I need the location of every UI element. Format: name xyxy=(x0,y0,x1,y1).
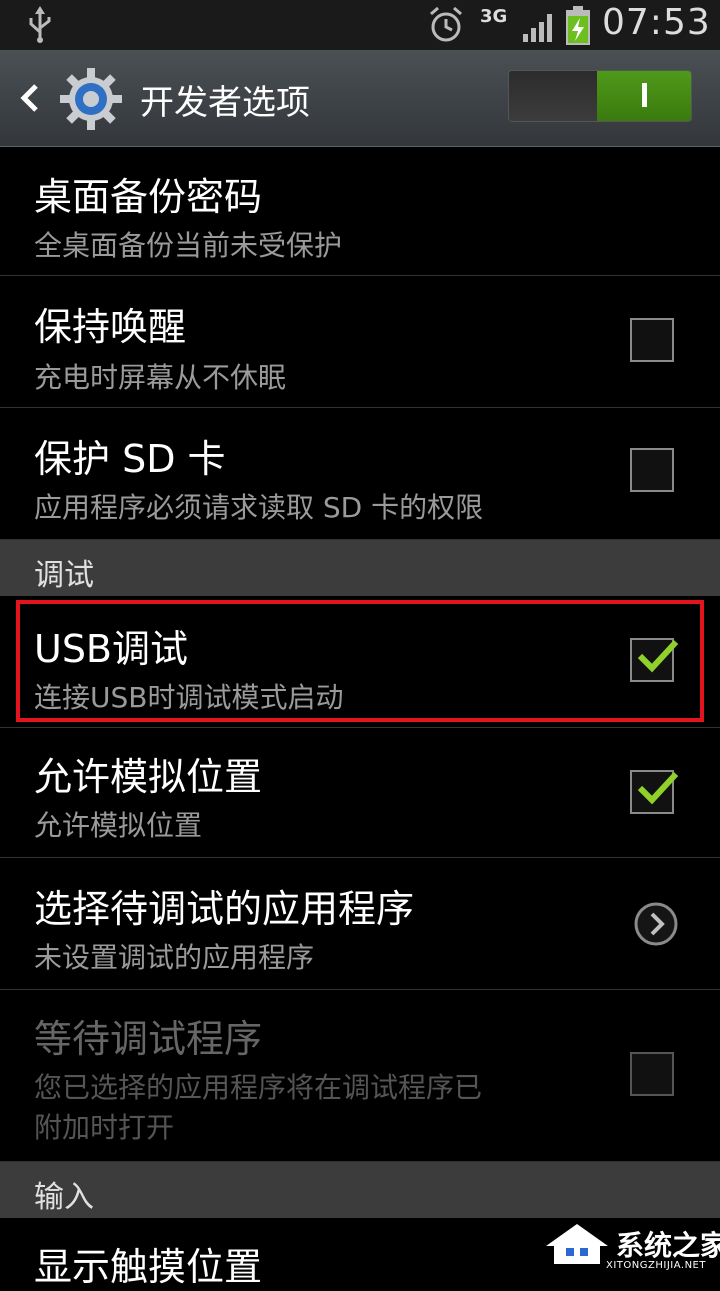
check-mark-icon xyxy=(637,771,679,805)
check-mark-icon xyxy=(637,639,679,673)
toggle-on-indicator xyxy=(642,83,647,107)
list-item-desktop-backup-password[interactable]: 桌面备份密码 全桌面备份当前未受保护 xyxy=(0,146,720,276)
signal-icon xyxy=(523,14,552,42)
section-title: 输入 xyxy=(34,1180,94,1215)
item-summary: 充电时屏幕从不休眠 xyxy=(34,361,287,394)
list-item-wait-for-debugger: 等待调试程序 您已选择的应用程序将在调试程序已 附加时打开 xyxy=(0,990,720,1162)
wait-for-debugger-checkbox xyxy=(630,1052,674,1096)
item-title: 显示触摸位置 xyxy=(34,1245,263,1289)
protect-sd-checkbox[interactable] xyxy=(630,448,674,492)
page-title: 开发者选项 xyxy=(140,83,310,123)
item-summary: 连接USB时调试模式启动 xyxy=(34,681,344,714)
network-type-label: 3G xyxy=(480,6,508,27)
house-logo-icon xyxy=(546,1224,608,1264)
usb-debugging-checkbox[interactable] xyxy=(630,638,679,682)
mock-locations-checkbox[interactable] xyxy=(630,770,679,814)
status-bar: 3G 07:53 xyxy=(0,0,720,50)
stay-awake-checkbox[interactable] xyxy=(630,318,674,362)
section-header-debug: 调试 xyxy=(0,540,720,596)
item-title: 选择待调试的应用程序 xyxy=(34,887,415,931)
list-item-usb-debugging[interactable]: USB调试 连接USB时调试模式启动 xyxy=(0,596,720,728)
clock: 07:53 xyxy=(602,2,711,43)
item-summary: 应用程序必须请求读取 SD 卡的权限 xyxy=(34,491,484,524)
chevron-right-icon[interactable] xyxy=(634,902,678,946)
toggle-off-track xyxy=(509,71,597,121)
action-bar: 开发者选项 xyxy=(0,50,720,147)
toggle-on-thumb xyxy=(597,71,691,121)
back-button[interactable] xyxy=(12,76,46,120)
item-summary: 您已选择的应用程序将在调试程序已 xyxy=(34,1071,483,1104)
list-item-select-debug-app[interactable]: 选择待调试的应用程序 未设置调试的应用程序 xyxy=(0,858,720,990)
gear-icon xyxy=(60,68,122,130)
item-title: 保护 SD 卡 xyxy=(34,437,226,481)
watermark: 系统之家 XITONGZHIJIA.NET xyxy=(540,1220,720,1278)
chevron-left-icon xyxy=(20,84,38,112)
item-title: 允许模拟位置 xyxy=(34,755,263,799)
list-item-protect-sd[interactable]: 保护 SD 卡 应用程序必须请求读取 SD 卡的权限 xyxy=(0,408,720,540)
watermark-text: 系统之家 xyxy=(616,1229,720,1262)
usb-icon xyxy=(29,6,51,43)
section-header-input: 输入 xyxy=(0,1162,720,1218)
item-summary: 允许模拟位置 xyxy=(34,809,203,842)
item-title: USB调试 xyxy=(34,627,189,671)
watermark-url: XITONGZHIJIA.NET xyxy=(606,1260,706,1271)
section-title: 调试 xyxy=(34,558,94,593)
list-item-stay-awake[interactable]: 保持唤醒 充电时屏幕从不休眠 xyxy=(0,276,720,408)
item-title: 等待调试程序 xyxy=(34,1017,263,1061)
item-summary: 未设置调试的应用程序 xyxy=(34,941,315,974)
developer-options-toggle[interactable] xyxy=(508,70,692,122)
item-summary-continued: 附加时打开 xyxy=(34,1111,175,1144)
list-item-mock-locations[interactable]: 允许模拟位置 允许模拟位置 xyxy=(0,728,720,858)
alarm-icon xyxy=(430,6,462,42)
item-title: 桌面备份密码 xyxy=(34,175,263,219)
item-title: 保持唤醒 xyxy=(34,305,187,349)
battery-charging-icon xyxy=(566,6,590,45)
item-summary: 全桌面备份当前未受保护 xyxy=(34,229,343,262)
